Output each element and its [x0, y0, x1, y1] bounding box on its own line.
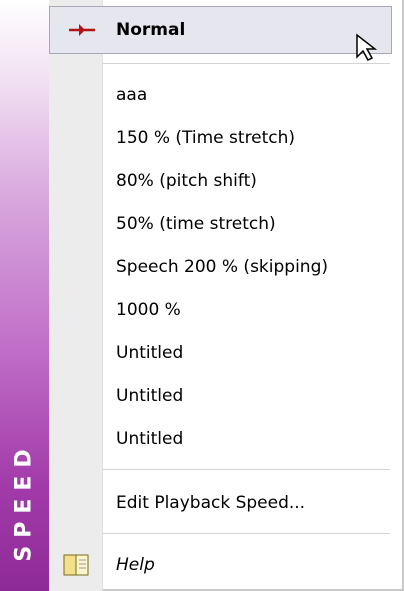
menu-item-label: Edit Playback Speed...	[116, 493, 306, 513]
menu-item-speech-200[interactable]: Speech 200 % (skipping)	[102, 246, 390, 288]
menu-item-label: 150 % (Time stretch)	[116, 128, 296, 148]
pin-icon	[69, 24, 95, 36]
separator	[102, 469, 390, 470]
menu-item-label: Normal	[116, 20, 186, 40]
menu-item-1000[interactable]: 1000 %	[102, 289, 390, 331]
banner-label-container: SPEED	[0, 411, 49, 591]
banner-label: SPEED	[12, 440, 38, 562]
menu-item-80-pitch-shift[interactable]: 80% (pitch shift)	[102, 160, 390, 202]
menu-item-untitled[interactable]: Untitled	[102, 375, 390, 417]
menu-item-untitled[interactable]: Untitled	[102, 332, 390, 374]
separator	[102, 63, 390, 64]
menu-item-label: 50% (time stretch)	[116, 214, 276, 234]
menu-item-label: Speech 200 % (skipping)	[116, 257, 328, 277]
menu-item-normal[interactable]: Normal	[49, 6, 392, 61]
menu-item-label: Untitled	[116, 386, 184, 406]
mouse-cursor-icon	[356, 33, 377, 61]
menu-item-label: Untitled	[116, 343, 184, 363]
help-book-icon	[63, 554, 89, 576]
menu-item-150-time-stretch[interactable]: 150 % (Time stretch)	[102, 117, 390, 159]
menu-item-label: Help	[116, 555, 155, 575]
menu-item-untitled[interactable]: Untitled	[102, 418, 390, 460]
separator	[102, 533, 390, 534]
menu-item-aaa[interactable]: aaa	[102, 74, 390, 116]
menu-item-label: Untitled	[116, 429, 184, 449]
menu-item-label: aaa	[116, 85, 148, 105]
menu-item-edit-playback-speed[interactable]: Edit Playback Speed...	[102, 482, 390, 524]
menu-item-50-time-stretch[interactable]: 50% (time stretch)	[102, 203, 390, 245]
menu-item-label: 80% (pitch shift)	[116, 171, 257, 191]
speed-banner: SPEED	[0, 0, 50, 591]
speed-menu: SPEED Normal aaa 150 % (Time stretch) 80…	[0, 0, 404, 591]
menu-item-help[interactable]: Help	[102, 544, 390, 586]
icon-column	[49, 0, 103, 591]
menu-item-label: 1000 %	[116, 300, 181, 320]
